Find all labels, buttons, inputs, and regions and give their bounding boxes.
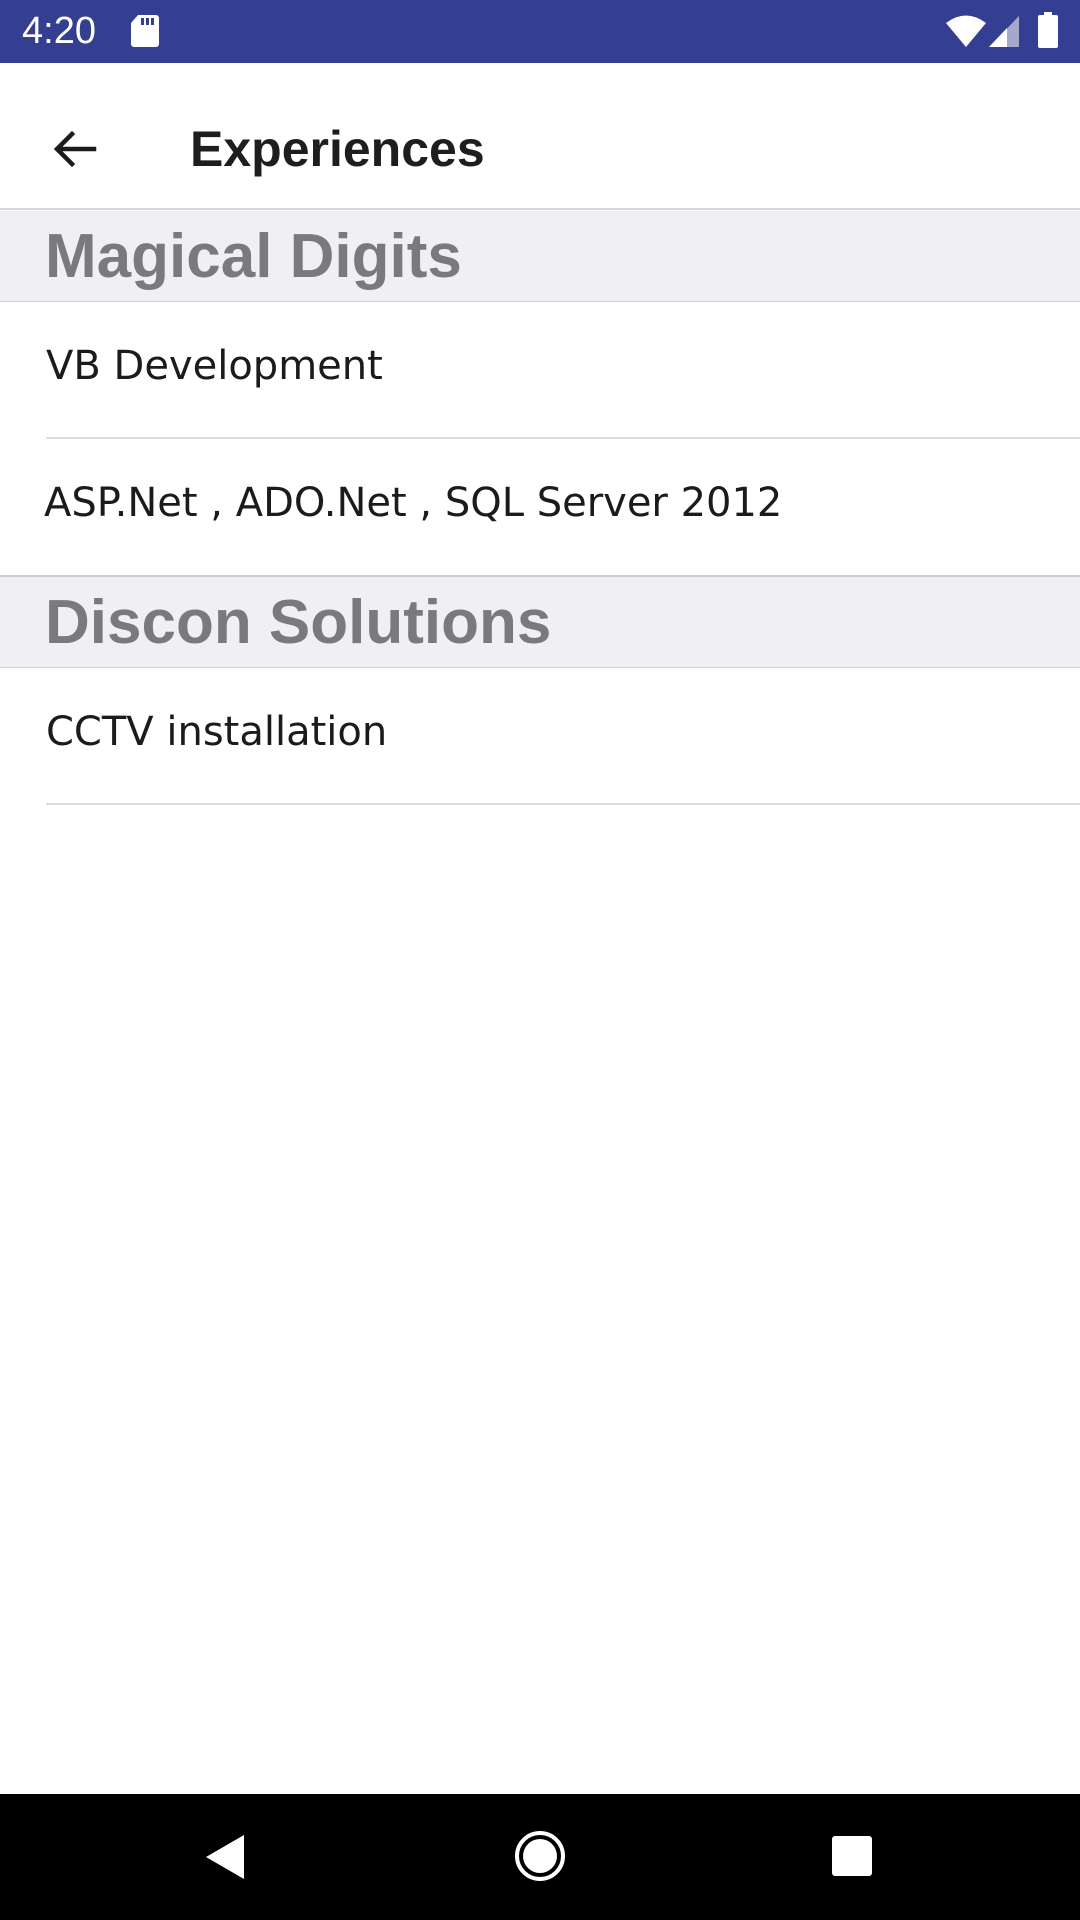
app-bar: Experiences: [0, 63, 1080, 210]
experience-list: Magical Digits VB Development ASP.Net , …: [0, 211, 1080, 805]
status-time: 4:20: [22, 10, 96, 52]
section-title: Discon Solutions: [45, 588, 552, 657]
section-header: Discon Solutions: [0, 577, 1080, 668]
nav-back-icon[interactable]: [200, 1832, 250, 1882]
list-item-label: VB Development: [46, 343, 383, 389]
list-item[interactable]: VB Development: [0, 302, 1080, 439]
section-header: Magical Digits: [0, 211, 1080, 302]
status-bar: 4:20: [0, 0, 1080, 63]
list-item-label: CCTV installation: [46, 709, 388, 755]
cell-signal-icon: [989, 16, 1019, 47]
nav-recents-icon[interactable]: [830, 1834, 874, 1878]
divider: [46, 803, 1080, 805]
list-item[interactable]: ASP.Net , ADO.Net , SQL Server 2012: [0, 439, 1080, 577]
nav-home-icon[interactable]: [513, 1829, 567, 1883]
battery-icon: [1038, 12, 1058, 48]
nav-bar: [0, 1794, 1080, 1920]
section-title: Magical Digits: [45, 222, 462, 291]
list-item[interactable]: CCTV installation: [0, 668, 1080, 805]
page-title: Experiences: [190, 121, 485, 177]
wifi-icon: [946, 15, 986, 47]
arrow-back-icon: [53, 130, 97, 168]
back-button[interactable]: [30, 105, 118, 193]
list-item-label: ASP.Net , ADO.Net , SQL Server 2012: [44, 480, 783, 526]
sd-card-icon: [131, 15, 159, 47]
